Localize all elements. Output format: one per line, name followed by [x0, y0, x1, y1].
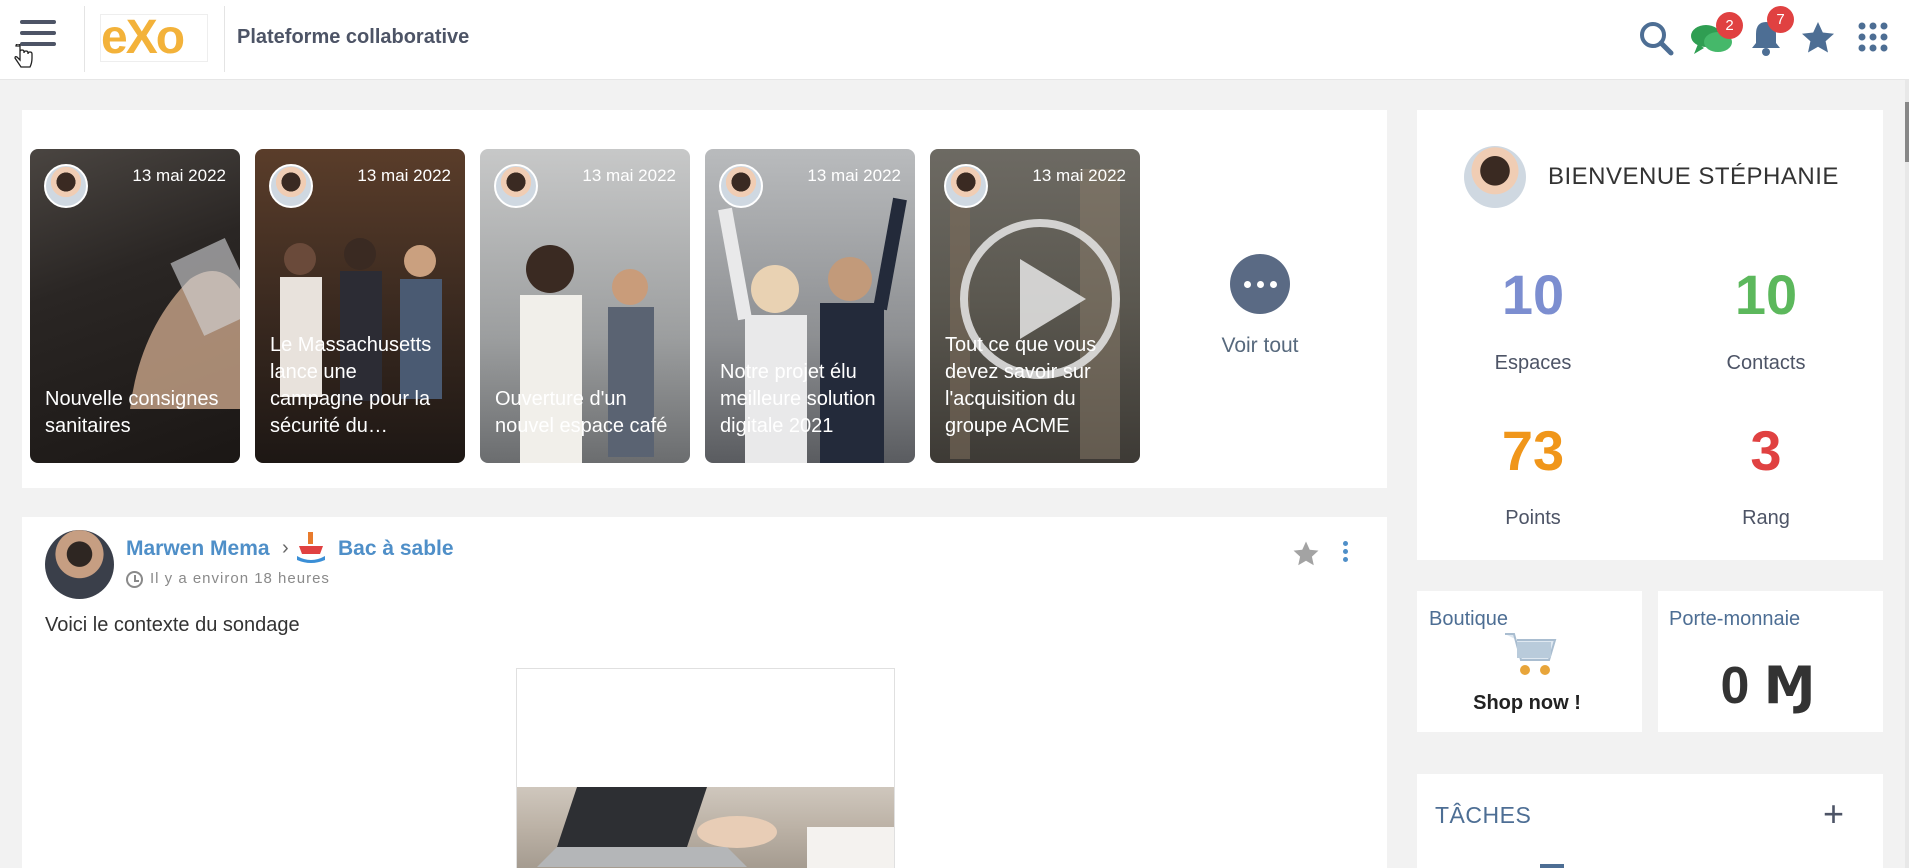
news-title: Le Massachusetts lance une campagne pour… — [270, 334, 432, 437]
tasks-title: TÂCHES — [1435, 802, 1532, 828]
news-date: 13 mai 2022 — [807, 166, 901, 185]
activity-menu-icon[interactable] — [1343, 541, 1349, 563]
more-icon — [1230, 254, 1290, 314]
search-icon[interactable] — [1638, 20, 1674, 56]
news-card[interactable]: 13 mai 2022 Notre projet élu meilleure s… — [705, 149, 915, 463]
stat-rank-label: Rang — [1742, 507, 1790, 529]
news-date: 13 mai 2022 — [1032, 166, 1126, 185]
wallet-value: 0 Ɱ — [1720, 657, 1816, 715]
author-avatar — [944, 164, 988, 208]
sandbox-icon — [297, 532, 325, 563]
notification-badge: 7 — [1767, 6, 1794, 33]
user-avatar[interactable] — [1464, 146, 1526, 208]
chat-badge: 2 — [1716, 12, 1743, 39]
add-task-icon[interactable]: + — [1823, 796, 1844, 832]
activity-space[interactable]: Bac à sable — [338, 537, 454, 561]
hand-cursor-icon — [14, 44, 33, 68]
stat-points-label: Points — [1505, 507, 1561, 529]
news-card[interactable]: 13 mai 2022 Tout ce que vous devez savoi… — [930, 149, 1140, 463]
divider — [84, 6, 85, 72]
task-icon — [1540, 864, 1564, 868]
activity-author[interactable]: Marwen Mema — [126, 537, 270, 561]
stat-points-value[interactable]: 73 — [1443, 418, 1623, 483]
activity-time: Il y a environ 18 heures — [150, 570, 330, 587]
stat-spaces-value[interactable]: 10 — [1443, 262, 1623, 327]
author-avatar — [44, 164, 88, 208]
clock-icon — [126, 571, 143, 588]
stat-spaces-label: Espaces — [1494, 352, 1572, 374]
news-date: 13 mai 2022 — [132, 166, 226, 185]
news-card[interactable]: 13 mai 2022 Nouvelle consignes sanitaire… — [30, 149, 240, 463]
see-all-button[interactable]: Voir tout — [1208, 254, 1312, 364]
author-avatar — [719, 164, 763, 208]
news-date: 13 mai 2022 — [357, 166, 451, 185]
activity-attachment[interactable] — [516, 668, 897, 868]
news-title: Tout ce que vous devez savoir sur l'acqu… — [945, 334, 1097, 437]
top-bar: eXo Plateforme collaborative 2 7 — [0, 0, 1909, 80]
user-avatar[interactable] — [45, 530, 114, 599]
stat-rank-value[interactable]: 3 — [1676, 418, 1856, 483]
news-image — [130, 237, 240, 409]
activity-text: Voici le contexte du sondage — [45, 614, 300, 636]
attachment-image — [517, 787, 897, 868]
stat-contacts-value[interactable]: 10 — [1676, 262, 1856, 327]
favorite-star-icon[interactable] — [1292, 540, 1320, 568]
divider — [224, 6, 225, 72]
see-all-label: Voir tout — [1221, 334, 1299, 357]
news-card[interactable]: 13 mai 2022 Ouverture d'un nouvel espace… — [480, 149, 690, 463]
apps-grid-icon[interactable] — [1858, 22, 1888, 52]
scrollbar[interactable] — [1905, 80, 1909, 868]
news-card[interactable]: 13 mai 2022 Le Massachusetts lance une c… — [255, 149, 465, 463]
shop-title: Boutique — [1429, 608, 1508, 630]
exo-logo[interactable]: eXo — [100, 14, 208, 62]
shop-now-label[interactable]: Shop now ! — [1417, 692, 1637, 715]
welcome-title: BIENVENUE STÉPHANIE — [1548, 163, 1839, 190]
stat-contacts-label: Contacts — [1726, 352, 1806, 374]
platform-title: Plateforme collaborative — [237, 26, 470, 48]
author-avatar — [494, 164, 538, 208]
author-avatar — [269, 164, 313, 208]
news-title: Nouvelle consignes sanitaires — [45, 388, 219, 437]
cart-icon — [1505, 633, 1557, 675]
wallet-title: Porte-monnaie — [1669, 608, 1801, 630]
news-date: 13 mai 2022 — [582, 166, 676, 185]
chevron-right-icon: › — [282, 537, 289, 559]
news-title: Notre projet élu meilleure solution digi… — [720, 361, 876, 437]
news-title: Ouverture d'un nouvel espace café — [495, 388, 668, 437]
star-icon[interactable] — [1800, 20, 1836, 56]
